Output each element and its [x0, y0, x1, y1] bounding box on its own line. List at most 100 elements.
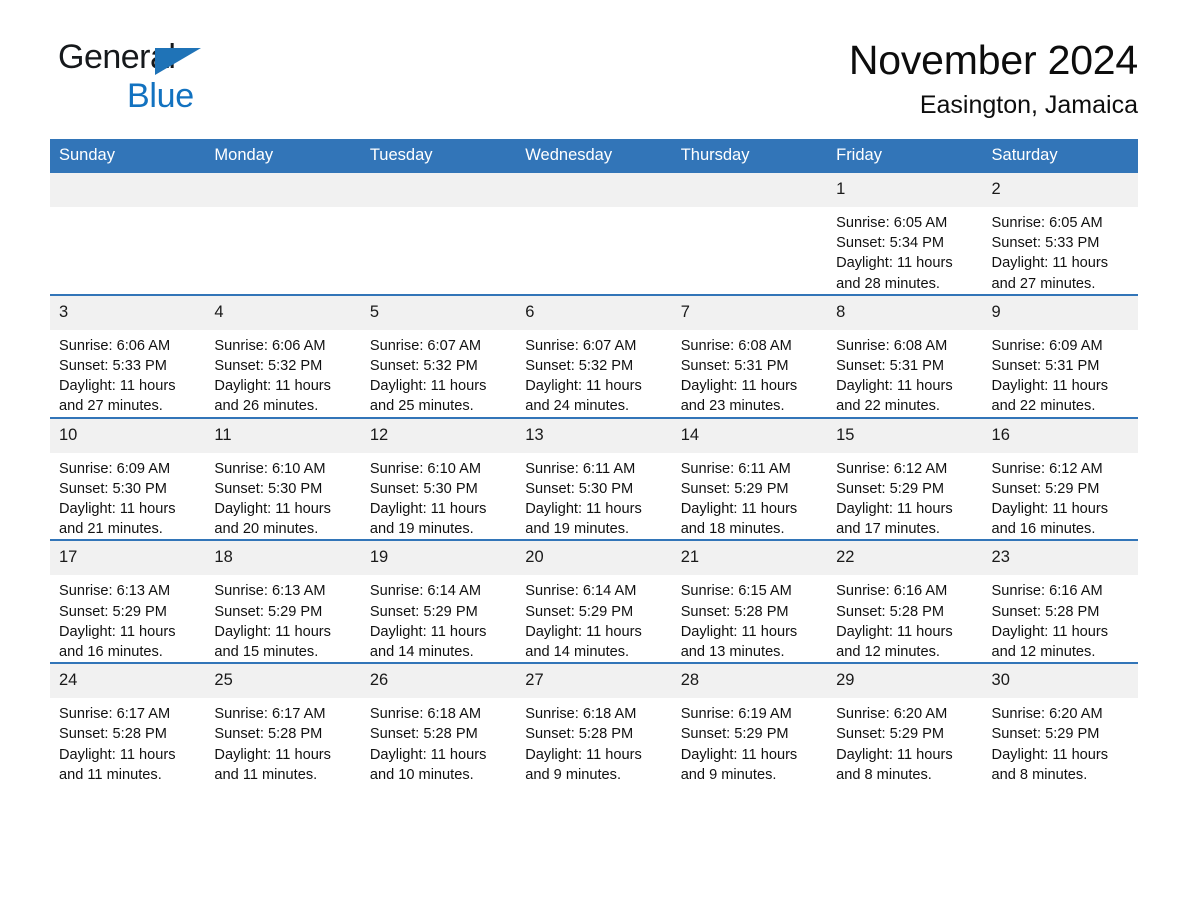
sunrise-text: Sunrise: 6:07 AM	[369, 337, 481, 354]
calendar-day-cell[interactable]: 27 Sunrise: 6:18 AM Sunset: 5:28 PM Dayligh…	[516, 662, 672, 786]
calendar-week-row: 17 Sunrise: 6:13 AM Sunset: 5:29 PM Dayligh…	[50, 539, 1138, 664]
daylight-text-line1: Daylight: 11 hours	[836, 501, 953, 518]
day-number: 18	[205, 541, 361, 576]
calendar-day-cell[interactable]: 25 Sunrise: 6:17 AM Sunset: 5:28 PM Dayligh…	[205, 662, 361, 786]
sunset-text: Sunset: 5:28 PM	[214, 726, 323, 743]
daylight-text-line1: Daylight: 11 hours	[525, 746, 642, 763]
sunrise-text: Sunrise: 6:15 AM	[680, 583, 792, 600]
sunrise-text: Sunrise: 6:11 AM	[525, 460, 636, 477]
daylight-text-line1: Daylight: 11 hours	[59, 501, 176, 518]
day-number: 12	[360, 418, 517, 453]
calendar-day-cell[interactable]: 17 Sunrise: 6:13 AM Sunset: 5:29 PM Dayligh…	[50, 539, 206, 664]
calendar-table: Sunday Monday Tuesday Wednesday Thursday…	[50, 139, 1138, 786]
daylight-text-line1: Daylight: 11 hours	[525, 501, 642, 518]
sunrise-text: Sunrise: 6:19 AM	[680, 706, 792, 723]
day-details: Sunrise: 6:07 AM Sunset: 5:32 PM Daylight:…	[516, 330, 671, 417]
calendar-day-cell[interactable]: 5 Sunrise: 6:07 AM Sunset: 5:32 PM Daylight…	[360, 293, 517, 418]
calendar-day-cell[interactable]: 30 Sunrise: 6:20 AM Sunset: 5:29 PM Dayligh…	[982, 662, 1138, 786]
daylight-text-line2: and 9 minutes.	[680, 766, 777, 783]
calendar-day-cell[interactable]: 26 Sunrise: 6:18 AM Sunset: 5:28 PM Dayligh…	[360, 662, 517, 786]
day-details	[205, 207, 360, 214]
calendar-week-row: 10 Sunrise: 6:09 AM Sunset: 5:30 PM Dayligh…	[50, 416, 1138, 541]
calendar-day-cell[interactable]: 3 Sunrise: 6:06 AM Sunset: 5:33 PM Daylight…	[50, 293, 206, 418]
daylight-text-line1: Daylight: 11 hours	[991, 255, 1109, 272]
calendar-day-cell[interactable]: 20 Sunrise: 6:14 AM Sunset: 5:29 PM Dayligh…	[516, 539, 672, 664]
sunrise-text: Sunrise: 6:14 AM	[369, 583, 481, 600]
calendar-day-cell[interactable]: 2 Sunrise: 6:05 AM Sunset: 5:33 PM Daylight…	[982, 173, 1138, 295]
daylight-text-line1: Daylight: 11 hours	[214, 623, 331, 640]
sunset-text: Sunset: 5:32 PM	[214, 358, 323, 375]
calendar-day-cell[interactable]: 15 Sunrise: 6:12 AM Sunset: 5:29 PM Dayligh…	[827, 416, 983, 541]
day-number: 11	[205, 418, 361, 453]
calendar-day-cell[interactable]: 13 Sunrise: 6:11 AM Sunset: 5:30 PM Dayligh…	[516, 416, 672, 541]
daylight-text-line2: and 19 minutes.	[369, 521, 474, 538]
calendar-day-cell[interactable]: 24 Sunrise: 6:17 AM Sunset: 5:28 PM Dayligh…	[50, 662, 206, 786]
weekday-header-wednesday: Wednesday	[516, 139, 672, 173]
daylight-text-line2: and 13 minutes.	[680, 644, 785, 661]
calendar-day-cell[interactable]: 7 Sunrise: 6:08 AM Sunset: 5:31 PM Daylight…	[671, 293, 828, 418]
calendar-day-cell[interactable]: 29 Sunrise: 6:20 AM Sunset: 5:29 PM Dayligh…	[827, 662, 983, 786]
calendar-day-cell[interactable]: 12 Sunrise: 6:10 AM Sunset: 5:30 PM Dayligh…	[360, 416, 517, 541]
daylight-text-line2: and 16 minutes.	[59, 644, 163, 661]
daylight-text-line2: and 22 minutes.	[836, 398, 940, 415]
generalblue-logo: General Blue	[58, 40, 258, 114]
sunrise-text: Sunrise: 6:12 AM	[991, 460, 1103, 477]
daylight-text-line2: and 27 minutes.	[991, 275, 1096, 292]
calendar-day-cell[interactable]: 21 Sunrise: 6:15 AM Sunset: 5:28 PM Dayligh…	[671, 539, 828, 664]
daylight-text-line2: and 15 minutes.	[214, 644, 319, 661]
day-details	[50, 207, 205, 214]
daylight-text-line2: and 18 minutes.	[680, 521, 785, 538]
calendar-day-cell[interactable]: 8 Sunrise: 6:08 AM Sunset: 5:31 PM Daylight…	[827, 293, 983, 418]
page-header: General Blue November 2024 Easington, Ja…	[50, 0, 1138, 120]
calendar-day-cell[interactable]: 9 Sunrise: 6:09 AM Sunset: 5:31 PM Daylight…	[982, 293, 1138, 418]
calendar-day-cell[interactable]: 28 Sunrise: 6:19 AM Sunset: 5:29 PM Dayligh…	[671, 662, 828, 786]
calendar-day-cell[interactable]: 1 Sunrise: 6:05 AM Sunset: 5:34 PM Daylight…	[827, 173, 983, 295]
day-details: Sunrise: 6:10 AM Sunset: 5:30 PM Daylight:…	[205, 453, 360, 540]
logo-triangle-icon	[155, 48, 201, 75]
calendar-day-cell[interactable]: 18 Sunrise: 6:13 AM Sunset: 5:29 PM Dayligh…	[205, 539, 361, 664]
sunrise-text: Sunrise: 6:08 AM	[836, 337, 948, 354]
day-number: 15	[827, 418, 983, 453]
sunrise-text: Sunrise: 6:17 AM	[59, 706, 171, 723]
calendar-header-row: Sunday Monday Tuesday Wednesday Thursday…	[50, 139, 1138, 173]
day-details: Sunrise: 6:13 AM Sunset: 5:29 PM Daylight:…	[50, 575, 205, 662]
day-number	[360, 173, 517, 207]
weekday-header-monday: Monday	[205, 139, 361, 173]
day-details: Sunrise: 6:12 AM Sunset: 5:29 PM Daylight:…	[827, 453, 982, 540]
day-number: 23	[982, 541, 1138, 576]
calendar-day-cell[interactable]: 22 Sunrise: 6:16 AM Sunset: 5:28 PM Dayligh…	[827, 539, 983, 664]
daylight-text-line2: and 12 minutes.	[836, 644, 940, 661]
sunset-text: Sunset: 5:31 PM	[836, 358, 945, 375]
calendar-day-cell[interactable]: 19 Sunrise: 6:14 AM Sunset: 5:29 PM Dayligh…	[360, 539, 517, 664]
sunrise-text: Sunrise: 6:20 AM	[836, 706, 948, 723]
weekday-header-tuesday: Tuesday	[360, 139, 517, 173]
daylight-text-line1: Daylight: 11 hours	[836, 378, 953, 395]
sunset-text: Sunset: 5:30 PM	[59, 480, 167, 497]
calendar-day-cell[interactable]: 10 Sunrise: 6:09 AM Sunset: 5:30 PM Dayligh…	[50, 416, 206, 541]
calendar-day-cell[interactable]: 23 Sunrise: 6:16 AM Sunset: 5:28 PM Dayligh…	[982, 539, 1138, 664]
calendar-day-cell[interactable]: 6 Sunrise: 6:07 AM Sunset: 5:32 PM Daylight…	[516, 293, 672, 418]
calendar-day-cell[interactable]: 11 Sunrise: 6:10 AM Sunset: 5:30 PM Dayligh…	[205, 416, 361, 541]
sunset-text: Sunset: 5:29 PM	[991, 480, 1100, 497]
day-details	[361, 207, 516, 214]
day-details: Sunrise: 6:08 AM Sunset: 5:31 PM Daylight:…	[827, 330, 982, 417]
daylight-text-line2: and 28 minutes.	[836, 275, 940, 292]
sunset-text: Sunset: 5:29 PM	[836, 480, 945, 497]
sunrise-text: Sunrise: 6:13 AM	[59, 583, 171, 600]
calendar-week-row: 1 Sunrise: 6:05 AM Sunset: 5:34 PM Daylight…	[50, 173, 1138, 295]
day-details: Sunrise: 6:14 AM Sunset: 5:29 PM Daylight:…	[361, 575, 516, 662]
sunrise-text: Sunrise: 6:06 AM	[59, 337, 171, 354]
day-number: 17	[50, 541, 206, 576]
calendar-day-cell-empty	[50, 173, 206, 295]
sunrise-text: Sunrise: 6:10 AM	[214, 460, 326, 477]
day-number	[516, 173, 672, 207]
daylight-text-line2: and 8 minutes.	[836, 766, 932, 783]
weekday-header-sunday: Sunday	[50, 139, 206, 173]
calendar-day-cell[interactable]: 4 Sunrise: 6:06 AM Sunset: 5:32 PM Daylight…	[205, 293, 361, 418]
calendar-day-cell[interactable]: 16 Sunrise: 6:12 AM Sunset: 5:29 PM Dayligh…	[982, 416, 1138, 541]
daylight-text-line1: Daylight: 11 hours	[836, 623, 953, 640]
day-number: 3	[50, 295, 206, 330]
calendar-day-cell[interactable]: 14 Sunrise: 6:11 AM Sunset: 5:29 PM Dayligh…	[671, 416, 828, 541]
daylight-text-line1: Daylight: 11 hours	[836, 746, 953, 763]
day-number: 13	[516, 418, 672, 453]
